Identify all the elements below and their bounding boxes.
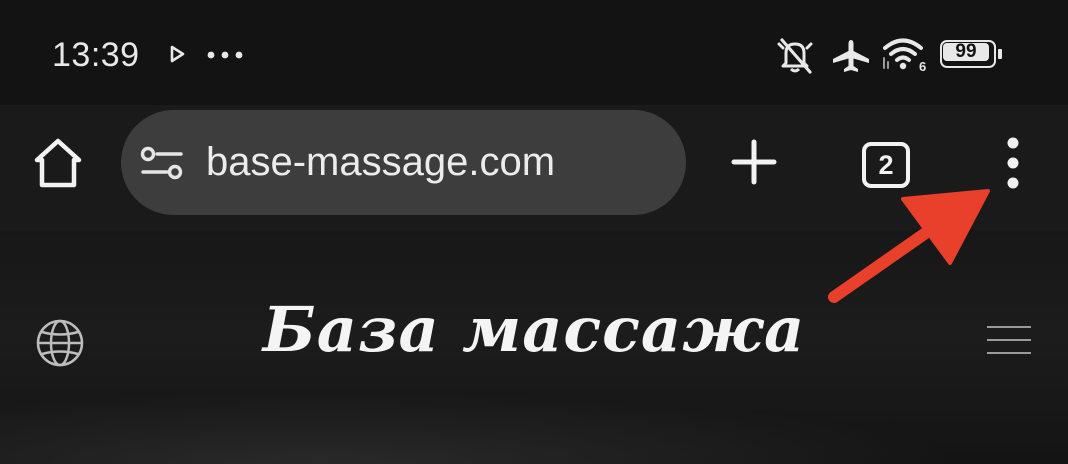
hamburger-menu-icon[interactable]	[987, 326, 1031, 356]
home-button[interactable]	[30, 135, 86, 191]
more-dots-icon	[207, 51, 243, 59]
battery-icon: 99	[940, 40, 1006, 72]
site-settings-icon[interactable]	[139, 146, 185, 180]
tab-switcher-button[interactable]: 2	[862, 142, 910, 188]
page-background	[0, 380, 1068, 464]
mute-icon	[777, 38, 813, 74]
battery-tip	[998, 49, 1002, 59]
kebab-menu-button[interactable]	[996, 135, 1030, 191]
address-bar[interactable]: base-massage.com	[121, 110, 686, 215]
airplane-icon	[833, 40, 869, 72]
url-text[interactable]: base-massage.com	[206, 140, 555, 184]
new-tab-button[interactable]	[730, 138, 778, 186]
status-bar: 13:39 6 99	[0, 0, 1068, 105]
play-icon	[170, 45, 185, 63]
wifi-badge: 6	[919, 59, 926, 74]
status-time: 13:39	[52, 36, 140, 74]
annotation-arrow	[828, 189, 990, 303]
battery-level: 99	[955, 41, 977, 62]
screen: 13:39 6 99 base-massage.com 2 База масса…	[0, 0, 1068, 464]
wifi-icon: 6	[883, 38, 926, 74]
